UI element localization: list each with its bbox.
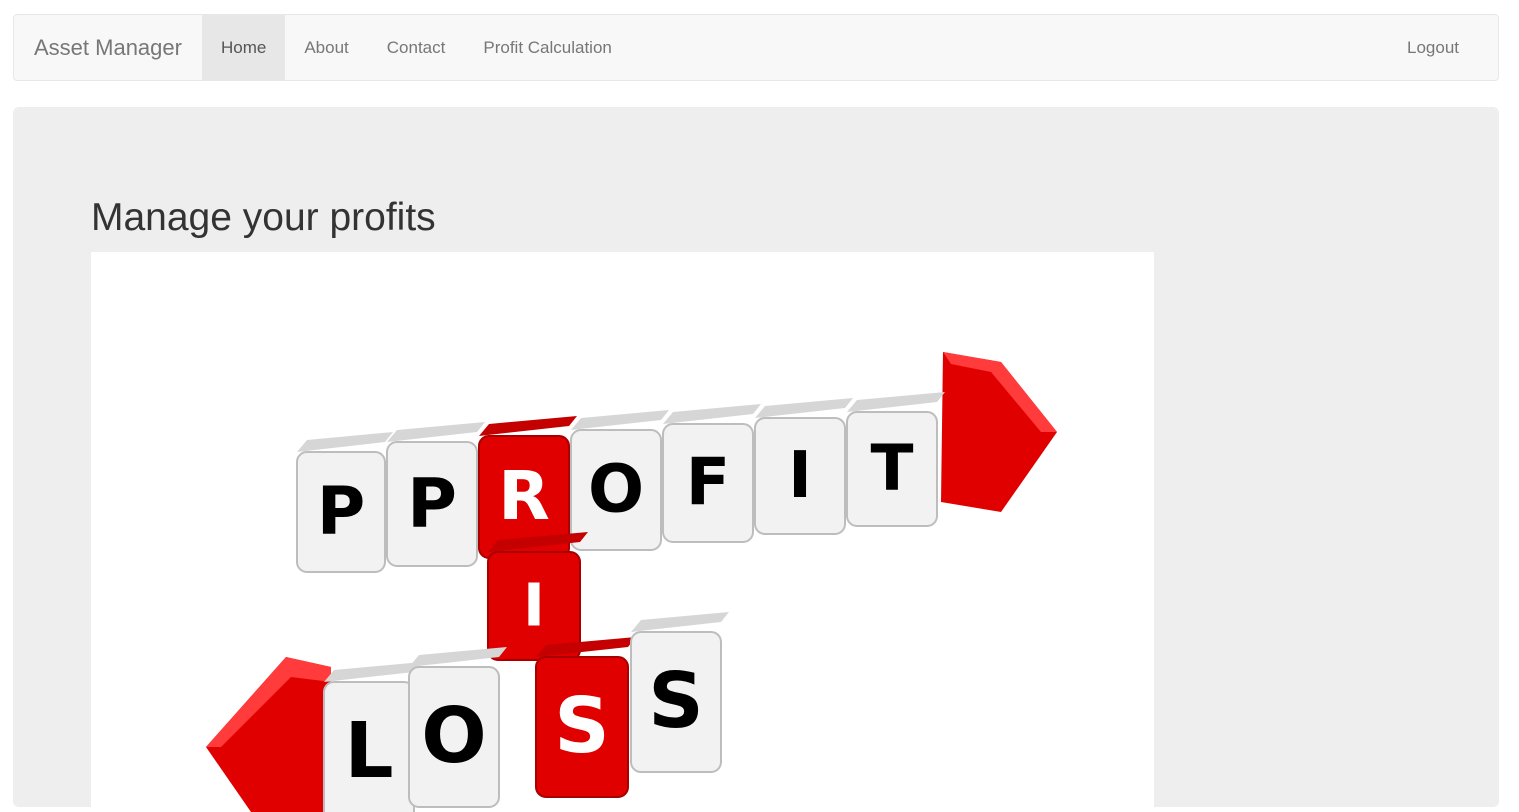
cube-profit-2: O (570, 410, 669, 551)
hero-image: PPROFITILOSS (91, 252, 1154, 812)
nav-about[interactable]: About (285, 15, 367, 80)
jumbotron: Manage your profits PPROFITILOSS (13, 107, 1499, 812)
cube-p-left-letter: P (317, 473, 365, 550)
cube-profit-3-letter: F (686, 445, 730, 520)
logout-link[interactable]: Logout (1388, 15, 1498, 80)
page-title: Manage your profits (91, 196, 436, 239)
cube-profit-0-top-face (387, 422, 485, 442)
cube-profit-5-top-face (847, 392, 945, 412)
cube-loss-2-letter: S (554, 682, 609, 771)
cube-profit-4-letter: I (788, 439, 812, 513)
cube-profit-2-letter: O (588, 451, 644, 528)
nav-home[interactable]: Home (201, 15, 286, 80)
cube-profit-2-top-face (571, 410, 669, 430)
cube-loss-0-letter: L (344, 707, 393, 796)
cube-profit-5: T (846, 392, 945, 527)
cube-layer: P P R O F I TIL O S S (296, 392, 945, 812)
cube-p-left-top-face (297, 432, 393, 452)
top-navbar: Asset Manager Home About Contact Profit … (13, 14, 1499, 81)
cube-loss-0: L (323, 662, 422, 812)
cube-loss-1-letter: O (421, 692, 486, 781)
cube-loss-3: S (630, 612, 729, 773)
cube-loss-0-top-face (324, 662, 422, 682)
cube-profit-5-letter: T (871, 432, 914, 505)
cube-profit-1-top-face (479, 416, 577, 436)
nav-profit-calculation[interactable]: Profit Calculation (464, 15, 631, 80)
cube-loss-3-top-face (631, 612, 729, 632)
cube-risk-i-letter: I (523, 570, 545, 639)
cube-p-left: P (296, 432, 393, 573)
cube-loss-1-top-face (409, 647, 507, 667)
cube-loss-1: O (408, 647, 507, 808)
nav-contact[interactable]: Contact (368, 15, 465, 80)
brand-link[interactable]: Asset Manager (14, 15, 202, 80)
cube-loss-2: S (535, 637, 636, 798)
cube-profit-0: P (386, 422, 485, 567)
cube-profit-3-top-face (663, 404, 761, 424)
cube-loss-3-letter: S (648, 657, 703, 746)
cube-profit-3: F (662, 404, 761, 543)
cube-profit-4: I (754, 398, 853, 535)
cube-profit-4-top-face (755, 398, 853, 418)
cube-profit-0-letter: P (407, 464, 457, 543)
cube-profit-1-letter: R (498, 457, 550, 535)
cube-risk-i: I (487, 532, 588, 661)
profit-loss-cubes-illustration: P P R O F I TIL O S S (206, 352, 1057, 812)
